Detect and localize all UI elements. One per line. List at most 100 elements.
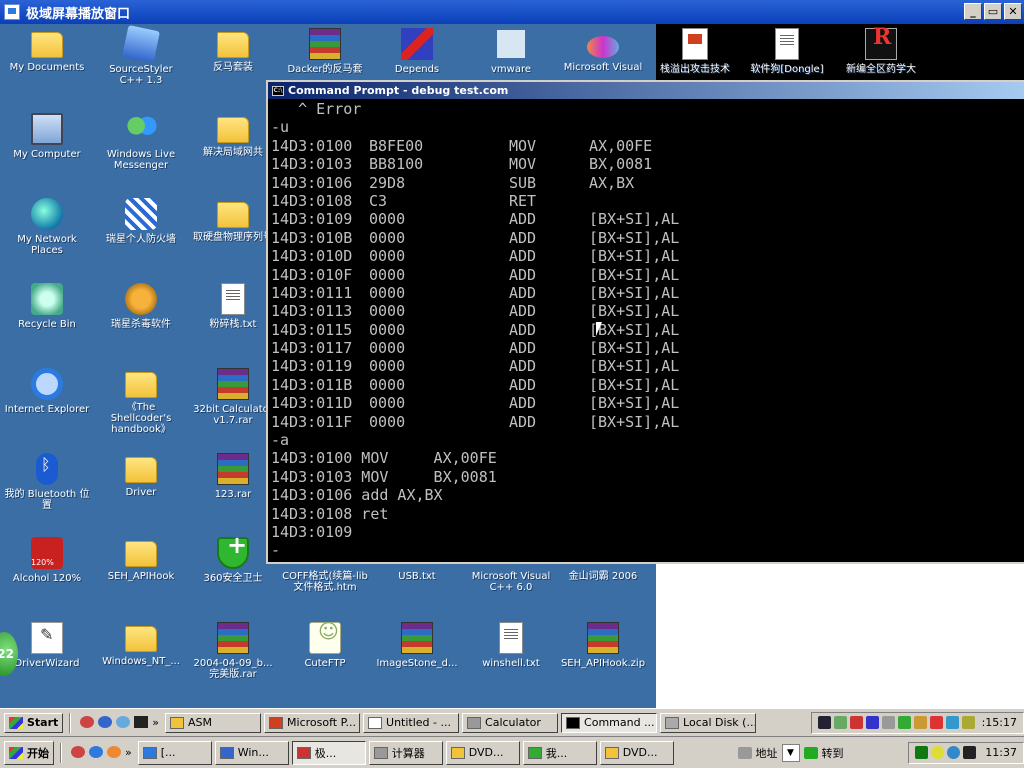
tray-icon[interactable] — [929, 716, 943, 729]
command-prompt-window[interactable]: C:\ Command Prompt - debug test.com ^ Er… — [266, 80, 1024, 564]
desktop-icon-winshell[interactable]: winshell.txt — [467, 622, 555, 669]
opcode-bytes: 0000 — [369, 320, 406, 339]
tray-icon[interactable] — [963, 746, 977, 759]
desktop-icon-usb[interactable]: USB.txt — [373, 571, 461, 582]
close-button[interactable]: ✕ — [1004, 3, 1022, 20]
tray-icon[interactable] — [849, 716, 863, 729]
desktop-icon-driver[interactable]: Driver — [97, 453, 185, 498]
desktop-icon-bluetooth[interactable]: 我的 Bluetooth 位置 — [3, 453, 91, 511]
tray-icon[interactable] — [833, 716, 847, 729]
go-button[interactable]: 转到 — [822, 745, 844, 761]
tray-icon[interactable] — [961, 716, 975, 729]
desktop-icon-quyingpan[interactable]: 取硬盘物理序列号 — [189, 198, 277, 243]
opcode-bytes: B8FE00 — [369, 136, 424, 155]
tray-icon[interactable] — [817, 716, 831, 729]
viewer-title-bar[interactable]: 极域屏幕播放窗口 _ ▭ ✕ — [0, 0, 1024, 24]
tray-icon[interactable] — [931, 746, 945, 759]
address-dropdown[interactable]: ▼ — [781, 743, 800, 762]
desktop-icon-ruixing-fw[interactable]: 瑞星个人防火墙 — [97, 198, 185, 245]
quick-launch-ie-icon[interactable] — [89, 746, 103, 758]
console-line: 14D3:0103 MOV BX,0081 — [271, 467, 497, 486]
desktop-icon-ruanjiangou[interactable]: 软件狗[Dongle] — [743, 28, 831, 75]
chevron-right-icon[interactable]: » — [125, 746, 132, 759]
quick-launch-cmd-icon[interactable] — [134, 716, 149, 728]
tray-icon[interactable] — [865, 716, 879, 729]
taskbar-button[interactable]: Command ... — [561, 712, 658, 733]
desktop-icon-my-documents[interactable]: My Documents — [3, 28, 91, 73]
bluetooth-icon — [36, 453, 58, 485]
tray-icon[interactable] — [897, 716, 911, 729]
tray-icon[interactable] — [915, 746, 929, 759]
desktop-icon-calc32[interactable]: 32bit Calculator v1.7.rar — [189, 368, 277, 426]
tray-icon[interactable] — [945, 716, 959, 729]
ppt-icon — [269, 716, 284, 729]
quick-launch-desktop-icon[interactable] — [116, 716, 131, 728]
desktop-icon-fensuizhan[interactable]: 粉碎栈.txt — [189, 283, 277, 330]
maximize-button[interactable]: ▭ — [984, 3, 1002, 20]
desktop-icon-recycle[interactable]: Recycle Bin — [3, 283, 91, 330]
desktop-icon-zhanyichu[interactable]: 栈溢出攻击技术 — [651, 28, 739, 75]
desktop-icon-vmware[interactable]: vmware — [467, 28, 555, 75]
desktop-icon-my-network[interactable]: My Network Places — [3, 198, 91, 256]
start-button[interactable]: Start — [4, 712, 64, 733]
quick-launch-icon[interactable] — [71, 746, 85, 758]
desktop-icon-msvisual-top[interactable]: Microsoft Visual — [559, 28, 647, 73]
desktop-icon-jinshan[interactable]: 金山词霸 2006 — [559, 571, 647, 582]
operands: [BX+SI],AL — [589, 320, 680, 339]
taskbar-button[interactable]: DVD... — [599, 740, 674, 765]
tray-icon[interactable] — [947, 746, 961, 759]
desktop-icon-360[interactable]: 360安全卫士 — [189, 537, 277, 584]
taskbar-button[interactable]: DVD... — [445, 740, 520, 765]
desktop-icon-windows-nt[interactable]: Windows_NT_... — [97, 622, 185, 667]
desktop-icon-wl-messenger[interactable]: Windows Live Messenger — [97, 113, 185, 171]
desktop-icon-label: COFF格式(续篇-lib文件格式.htm — [282, 571, 368, 593]
desktop-icon-rar2004[interactable]: 2004-04-09_b... 完美版.rar — [189, 622, 277, 680]
console-output[interactable]: ^ Error -u 14D3:0100 B8FE00 MOV AX,00FE 14D3:0… — [271, 100, 1024, 562]
taskbar-button[interactable]: Local Disk (... — [660, 712, 757, 733]
operands: AX,00FE — [589, 136, 653, 155]
desktop-icon-coff[interactable]: COFF格式(续篇-lib文件格式.htm — [281, 571, 369, 593]
quick-launch-ie-icon[interactable] — [98, 716, 113, 728]
desktop-icon-depends[interactable]: Depends — [373, 28, 461, 75]
taskbar-button[interactable]: Microsoft P... — [264, 712, 361, 733]
system-tray: :15:17 — [810, 711, 1024, 734]
taskbar-button[interactable]: Calculator — [462, 712, 559, 733]
command-prompt-title-bar[interactable]: C:\ Command Prompt - debug test.com — [268, 82, 1024, 99]
taskbar-local: 开始 » [... Win... 极... 计算器 DVD... 我... DVD... 地… — [0, 736, 1024, 768]
desktop-icon-cuteftp[interactable]: CuteFTP — [281, 622, 369, 669]
disasm-row: 14D3:0108 C3 RET — [271, 192, 1024, 210]
tray-icon[interactable] — [913, 716, 927, 729]
desktop-icon-fanma-1[interactable]: 反马套装 — [189, 28, 277, 73]
mnemonic: ADD — [509, 265, 537, 284]
desktop-icon-seh-folder[interactable]: SEH_APIHook — [97, 537, 185, 582]
toolbar-icon[interactable] — [737, 746, 752, 759]
chevron-right-icon[interactable]: » — [152, 716, 159, 729]
quick-launch-visual-studio-icon[interactable] — [80, 716, 95, 728]
desktop-icon-msvc6[interactable]: Microsoft Visual C++ 6.0 — [467, 571, 555, 593]
taskbar-button[interactable]: 计算器 — [368, 740, 443, 765]
desktop-icon-imagestone[interactable]: ImageStone_d... — [373, 622, 461, 669]
taskbar-button[interactable]: 我... — [522, 740, 597, 765]
desktop-icon-sourcestyler[interactable]: SourceStyler C++ 1.3 — [97, 25, 185, 86]
quick-launch-icon[interactable] — [107, 746, 121, 758]
taskbar-button[interactable]: [... — [137, 740, 212, 765]
taskbar-button[interactable]: Untitled - ... — [363, 712, 460, 733]
desktop-icon-alcohol[interactable]: Alcohol 120% — [3, 537, 91, 584]
desktop-icon-shellcoder[interactable]: 《The Shellcoder's handbook》 — [97, 368, 185, 435]
minimize-button[interactable]: _ — [964, 3, 982, 20]
desktop-icon-rar123[interactable]: 123.rar — [189, 453, 277, 500]
desktop-icon-xinbian[interactable]: 新编全区药学大 — [837, 28, 925, 75]
taskbar-button[interactable]: Win... — [214, 740, 289, 765]
desktop-icon-jiejue[interactable]: 解决局域网共 — [189, 113, 277, 158]
taskbar-remote: Start » ASM Microsoft P... Untitled - ... C… — [0, 708, 1024, 736]
taskbar-button[interactable]: 极... — [291, 740, 366, 765]
desktop-icon-seh-zip[interactable]: SEH_APIHook.zip — [559, 622, 647, 669]
go-arrow-icon[interactable] — [803, 746, 818, 759]
desktop-icon-ruixing-av[interactable]: 瑞星杀毒软件 — [97, 283, 185, 330]
desktop-icon-my-computer[interactable]: My Computer — [3, 113, 91, 160]
tray-icon[interactable] — [881, 716, 895, 729]
desktop-icon-dacker[interactable]: Dacker的反马套 — [281, 28, 369, 75]
desktop-icon-ie[interactable]: Internet Explorer — [3, 368, 91, 415]
start-button-local[interactable]: 开始 — [4, 740, 54, 765]
taskbar-button[interactable]: ASM — [165, 712, 262, 733]
